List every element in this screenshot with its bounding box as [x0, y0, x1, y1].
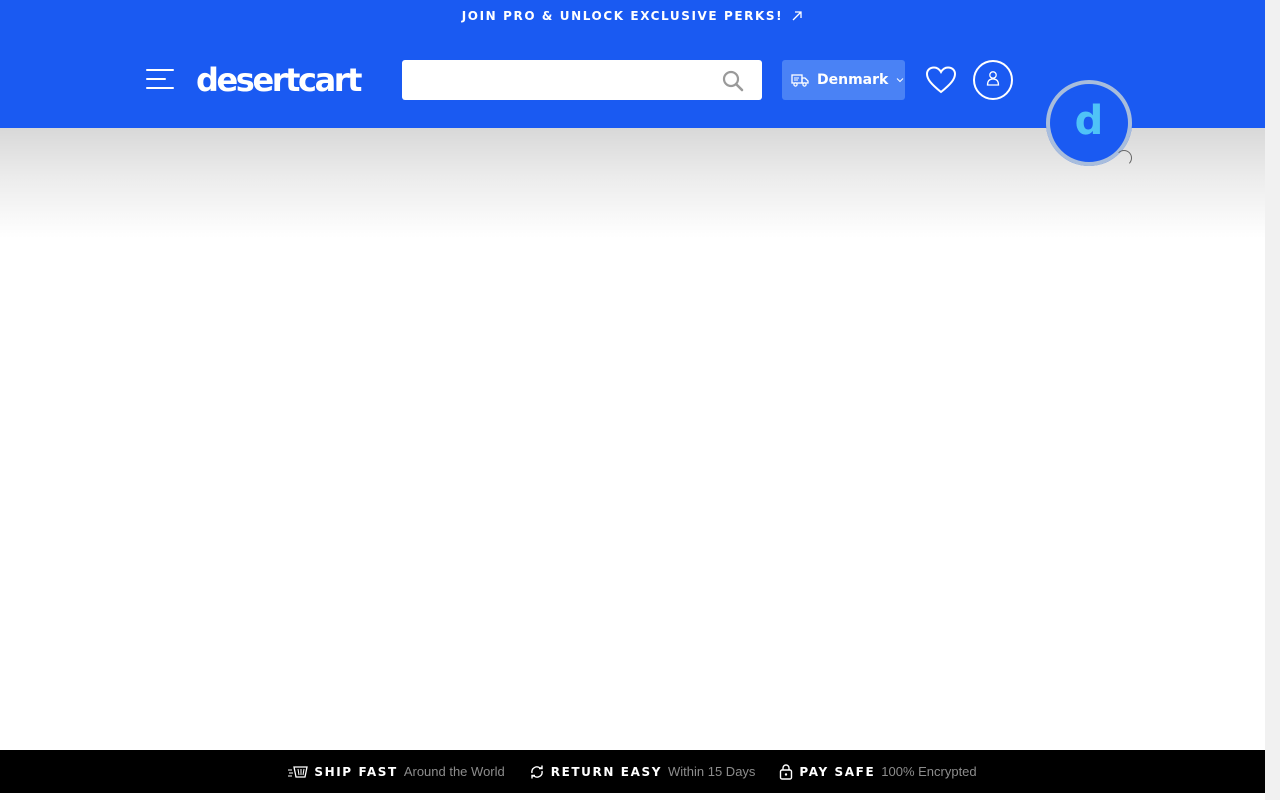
trust-title: RETURN EASY: [550, 764, 662, 779]
badge-glyph: d: [1074, 98, 1104, 144]
lock-icon: [779, 763, 793, 780]
promo-text: JOIN PRO & UNLOCK EXCLUSIVE PERKS!: [461, 9, 784, 23]
search-input[interactable]: [402, 60, 702, 100]
trust-item-ship-fast: SHIP FAST Around the World: [288, 764, 505, 779]
trust-item-pay-safe: PAY SAFE 100% Encrypted: [779, 763, 977, 780]
account-button[interactable]: [973, 60, 1013, 100]
arrow-up-right-icon: [791, 10, 803, 22]
loading-spinner-icon: [1116, 150, 1132, 166]
page: JOIN PRO & UNLOCK EXCLUSIVE PERKS! deser…: [0, 0, 1280, 800]
trust-bar: SHIP FAST Around the World RETURN EASY W…: [0, 750, 1265, 793]
site-logo[interactable]: desertcart: [196, 62, 362, 98]
delivery-truck-icon: [791, 73, 809, 87]
cart-d-icon[interactable]: d: [1053, 88, 1125, 160]
promo-banner[interactable]: JOIN PRO & UNLOCK EXCLUSIVE PERKS!: [0, 0, 1265, 32]
trust-subtitle: 100% Encrypted: [881, 764, 977, 779]
country-label: Denmark: [817, 72, 889, 88]
fast-shipping-icon: [288, 765, 309, 779]
trust-title: PAY SAFE: [799, 764, 876, 779]
hamburger-menu-icon[interactable]: [146, 67, 176, 93]
search-bar: [402, 60, 762, 100]
heart-icon[interactable]: [925, 66, 957, 98]
trust-item-return-easy: RETURN EASY Within 15 Days: [529, 764, 756, 780]
country-selector[interactable]: Denmark: [782, 60, 905, 100]
search-icon[interactable]: [722, 70, 744, 96]
trust-subtitle: Within 15 Days: [668, 764, 756, 779]
chevron-down-icon: [896, 77, 904, 83]
user-icon: [985, 70, 1001, 90]
trust-title: SHIP FAST: [314, 764, 398, 779]
scrollbar[interactable]: [1265, 0, 1280, 800]
trust-subtitle: Around the World: [403, 764, 505, 779]
refresh-icon: [529, 764, 545, 780]
